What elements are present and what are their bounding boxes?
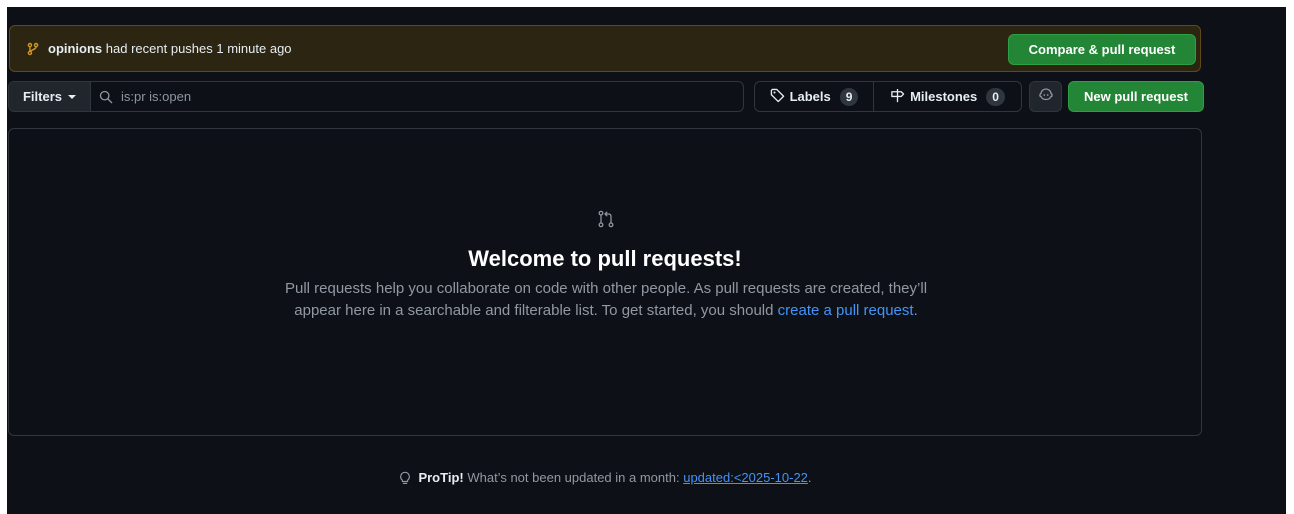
protip-end: . <box>807 470 812 485</box>
filter-search-group: Filters <box>8 81 744 112</box>
milestones-label: Milestones <box>910 89 978 104</box>
tag-icon <box>770 88 785 106</box>
pull-requests-page: opinions had recent pushes 1 minute ago … <box>7 7 1286 514</box>
recent-pushes-banner: opinions had recent pushes 1 minute ago … <box>9 25 1201 72</box>
empty-state-panel: Welcome to pull requests! Pull requests … <box>8 128 1202 436</box>
banner-message: opinions had recent pushes 1 minute ago <box>26 41 292 56</box>
new-pull-request-button[interactable]: New pull request <box>1068 81 1204 112</box>
search-icon <box>99 90 113 104</box>
banner-text: had recent pushes 1 minute ago <box>105 41 292 56</box>
empty-state-title: Welcome to pull requests! <box>468 246 742 271</box>
empty-state-period: . <box>913 302 918 319</box>
milestones-button[interactable]: Milestones 0 <box>874 82 1021 111</box>
milestone-icon <box>890 88 905 106</box>
copilot-icon <box>1038 86 1054 107</box>
milestones-count: 0 <box>986 87 1005 106</box>
labels-count: 9 <box>839 87 859 106</box>
filters-dropdown-button[interactable]: Filters <box>9 82 91 111</box>
git-pull-request-icon <box>596 209 616 229</box>
labels-milestones-group: Labels 9 Milestones 0 <box>754 81 1022 112</box>
filter-toolbar: Filters is:pr is:open Labels 9 Milestone… <box>8 81 1204 113</box>
compare-pull-request-button[interactable]: Compare & pull request <box>1008 34 1196 65</box>
branch-name[interactable]: opinions <box>48 41 102 56</box>
filters-label: Filters <box>22 89 62 104</box>
git-branch-icon <box>26 42 40 56</box>
create-pull-request-link[interactable]: create a pull request <box>778 302 914 319</box>
search-wrapper <box>91 82 743 111</box>
caret-down-icon <box>68 94 76 99</box>
protip-text: What’s not been updated in a month: <box>467 470 680 485</box>
protip-label: ProTip! <box>418 470 464 485</box>
labels-button[interactable]: Labels 9 <box>755 82 874 111</box>
empty-state-description: Pull requests help you collaborate on co… <box>264 278 948 322</box>
protip-query-link[interactable]: updated:<2025-10-22 <box>683 470 808 485</box>
copilot-button[interactable] <box>1029 81 1062 112</box>
labels-label: Labels <box>789 89 831 104</box>
protip: ProTip! What’s not been updated in a mon… <box>7 470 1203 485</box>
search-input[interactable] <box>121 86 743 107</box>
light-bulb-icon <box>398 471 412 485</box>
